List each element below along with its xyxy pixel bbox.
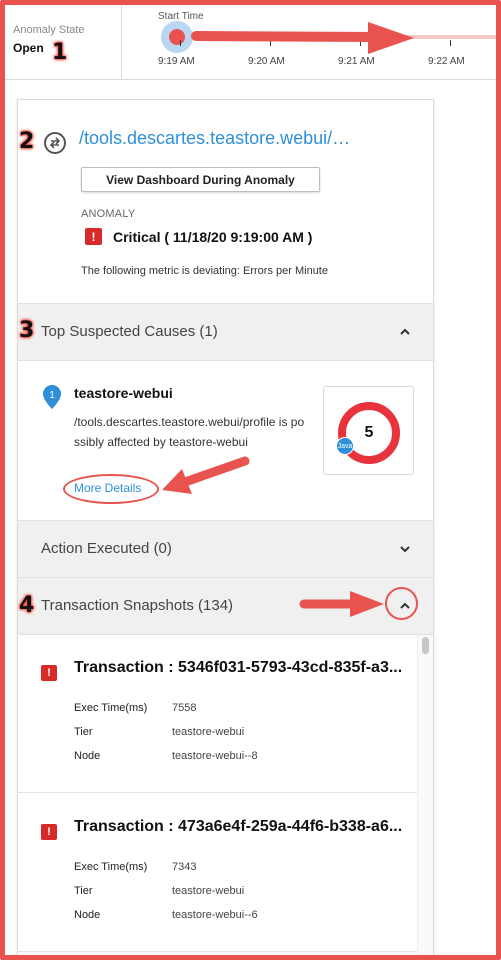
callout-number-1: 1 <box>52 40 68 65</box>
transaction-snapshot-card[interactable]: ! Transaction : 5346f031-5793-43cd-835f-… <box>18 635 419 793</box>
annotation-circle-snapshots-chevron <box>385 587 418 620</box>
node-value: teastore-webui--6 <box>172 909 258 921</box>
java-badge: Java <box>336 437 354 455</box>
exec-time-label: Exec Time(ms) <box>74 702 148 714</box>
exec-time-value: 7558 <box>172 702 197 714</box>
action-executed-header[interactable]: Action Executed (0) <box>18 521 433 578</box>
timeline-tick <box>450 40 451 46</box>
node-label: Node <box>74 750 101 762</box>
annotation-circle-more-details <box>63 474 159 504</box>
annotation-arrow-more-details <box>162 456 250 494</box>
node-value: teastore-webui--8 <box>172 750 258 762</box>
anomaly-state-label: Anomaly State <box>13 24 85 36</box>
timeline-tick <box>180 40 181 46</box>
pin-number: 1 <box>49 390 55 401</box>
chevron-down-icon[interactable] <box>399 543 411 555</box>
critical-icon: ! <box>41 824 57 840</box>
severity-row: ! Critical ( 11/18/20 9:19:00 AM ) <box>85 228 312 245</box>
transaction-title[interactable]: Transaction : 5346f031-5793-43cd-835f-a3… <box>74 659 414 677</box>
action-executed-title: Action Executed (0) <box>41 540 172 557</box>
cause-name: teastore-webui <box>74 385 173 401</box>
view-dashboard-button[interactable]: View Dashboard During Anomaly <box>81 167 320 192</box>
annotation-arrow-snapshots <box>299 591 384 617</box>
callout-number-2: 2 <box>19 129 35 154</box>
transaction-snapshot-list: ! Transaction : 5346f031-5793-43cd-835f-… <box>18 635 433 958</box>
transaction-snapshot-card[interactable]: ! Transaction : 473a6e4f-259a-44f6-b338-… <box>18 794 419 952</box>
transfer-arrows-icon <box>44 132 66 154</box>
exec-time-label: Exec Time(ms) <box>74 861 148 873</box>
suspected-causes-title: Top Suspected Causes (1) <box>41 323 218 340</box>
node-label: Node <box>74 909 101 921</box>
snapshot-scrollbar[interactable] <box>417 635 433 958</box>
callout-number-4: 4 <box>19 593 35 618</box>
anomaly-section-label: ANOMALY <box>81 208 136 220</box>
anomaly-header: /tools.descartes.teastore.webui/… View D… <box>18 100 433 304</box>
affected-page-link[interactable]: /tools.descartes.teastore.webui/… <box>79 128 409 149</box>
deviating-metric-text: The following metric is deviating: Error… <box>81 265 328 277</box>
transaction-snapshots-title: Transaction Snapshots (134) <box>41 597 234 614</box>
critical-icon: ! <box>85 228 102 245</box>
transaction-title[interactable]: Transaction : 473a6e4f-259a-44f6-b338-a6… <box>74 818 414 836</box>
critical-icon: ! <box>41 665 57 681</box>
callout-number-3: 3 <box>19 318 35 343</box>
annotation-arrow-timeline <box>191 22 414 54</box>
start-time-marker[interactable] <box>161 21 193 53</box>
anomaly-state-value: Open <box>13 41 44 55</box>
chevron-up-icon[interactable] <box>399 326 411 338</box>
timeline-tick-label: 9:22 AM <box>428 56 465 67</box>
map-pin-icon: 1 <box>43 385 61 409</box>
anomaly-detail-panel: /tools.descartes.teastore.webui/… View D… <box>17 99 434 959</box>
severity-text: Critical ( 11/18/20 9:19:00 AM ) <box>113 228 313 245</box>
tier-value: teastore-webui <box>172 885 245 897</box>
exec-time-value: 7343 <box>172 861 197 873</box>
cause-description: /tools.descartes.teastore.webui/profile … <box>74 415 305 449</box>
tier-health-tile[interactable]: 5 Java <box>323 386 414 475</box>
tier-value: teastore-webui <box>172 726 245 738</box>
tier-label: Tier <box>74 726 93 738</box>
scrollbar-thumb[interactable] <box>422 637 429 654</box>
suspected-causes-header[interactable]: Top Suspected Causes (1) <box>18 304 433 361</box>
tier-label: Tier <box>74 885 93 897</box>
